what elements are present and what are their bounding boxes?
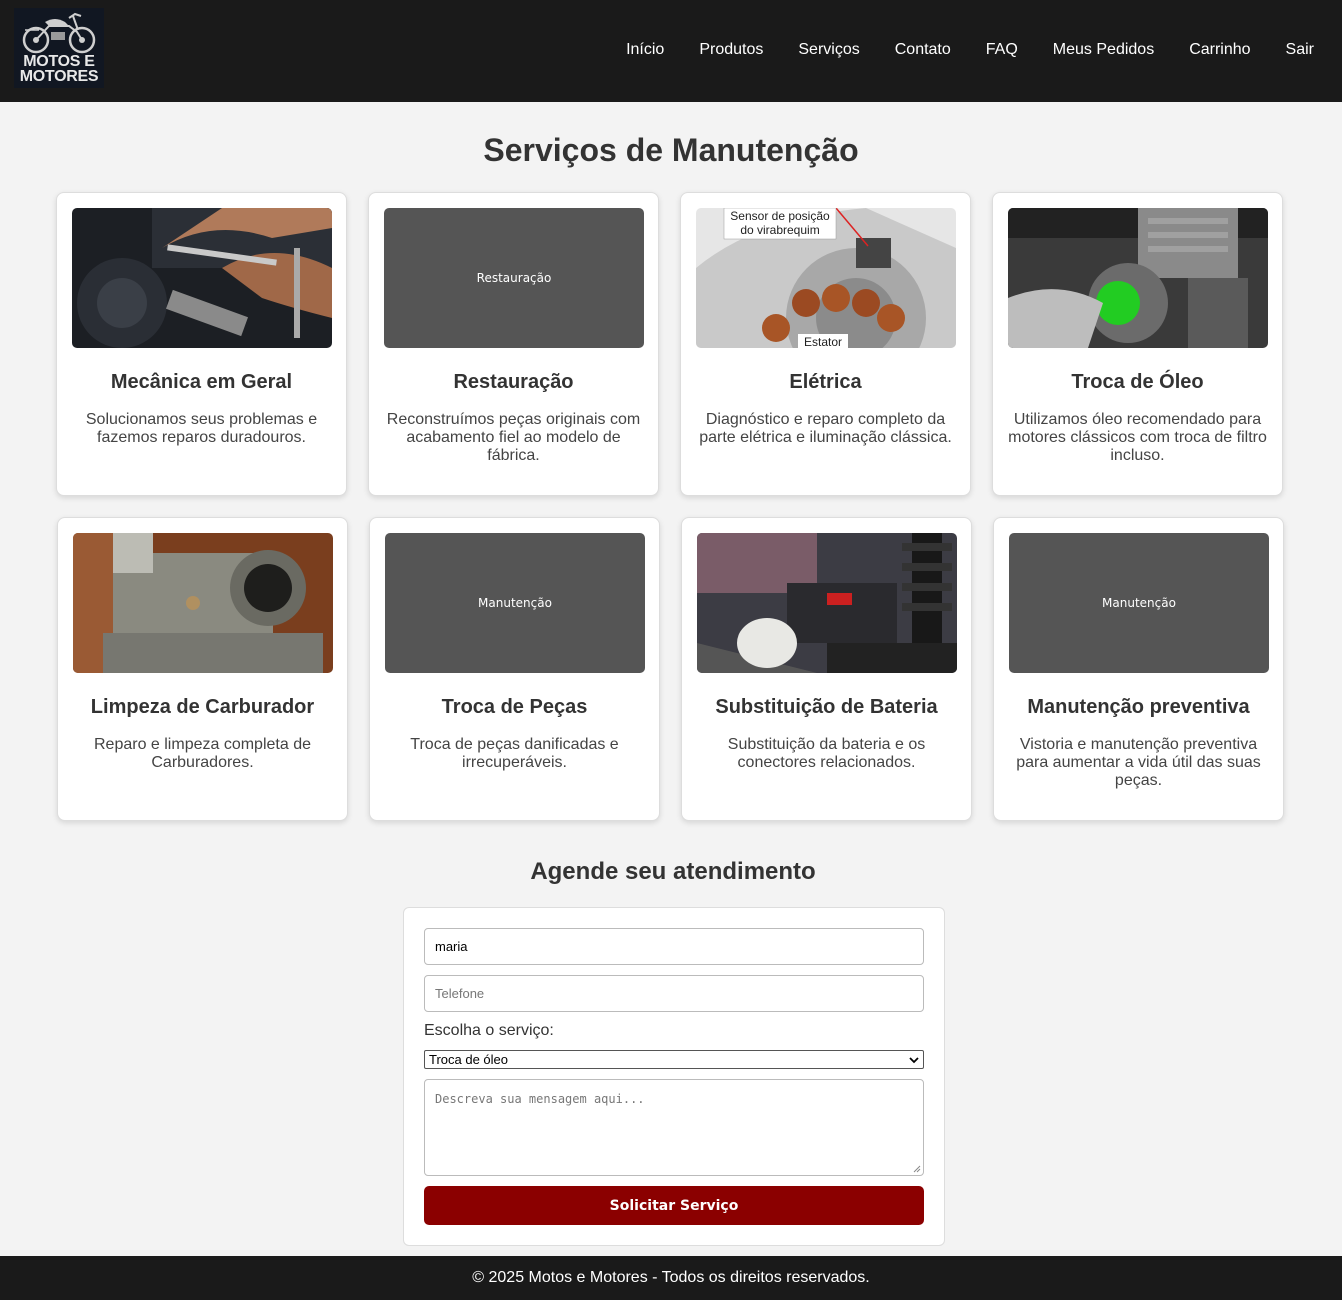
service-description: Vistoria e manutenção preventiva para au…	[1016, 736, 1261, 789]
stator-label-3: Estator	[804, 335, 842, 348]
service-title: Troca de Óleo	[1071, 371, 1204, 393]
nav-sair[interactable]: Sair	[1286, 41, 1314, 59]
service-title: Limpeza de Carburador	[90, 696, 315, 718]
service-description: Substituição da bateria e os conectores …	[727, 736, 926, 771]
service-card-troca-pecas: Manutenção Troca de Peças Troca de peças…	[369, 517, 660, 821]
image-placeholder: Restauração	[384, 208, 644, 348]
battery-image	[697, 533, 957, 673]
service-title: Manutenção preventiva	[1027, 696, 1250, 718]
service-title: Substituição de Bateria	[715, 696, 938, 718]
booking-form: maria Telefone Escolha o serviço: Troca …	[403, 907, 945, 1246]
nav-meus-pedidos[interactable]: Meus Pedidos	[1053, 41, 1154, 59]
oil-change-image	[1008, 208, 1268, 348]
mechanic-image	[72, 208, 332, 348]
main-nav: Início Produtos Serviços Contato FAQ Meu…	[591, 0, 1314, 100]
nav-faq[interactable]: FAQ	[986, 41, 1018, 59]
carburetor-image	[73, 533, 333, 673]
footer-text: © 2025 Motos e Motores - Todos os direit…	[472, 1269, 870, 1286]
service-card-manutencao-preventiva: Manutenção Manutenção preventiva Vistori…	[993, 517, 1284, 821]
service-description: Reparo e limpeza completa de Carburadore…	[93, 736, 311, 771]
service-title: Mecânica em Geral	[110, 371, 293, 393]
submit-button[interactable]: Solicitar Serviço	[424, 1186, 924, 1225]
logo-text-line2: MOTORES	[19, 68, 99, 85]
service-card-carburador: Limpeza de Carburador Reparo e limpeza c…	[57, 517, 348, 821]
name-field[interactable]: maria	[424, 928, 924, 965]
service-title: Restauração	[453, 371, 574, 393]
motorcycle-icon	[22, 12, 96, 54]
service-description: Diagnóstico e reparo completo da parte e…	[699, 411, 952, 446]
service-description: Reconstruímos peças originais com acabam…	[386, 411, 641, 464]
nav-inicio[interactable]: Início	[626, 41, 664, 59]
logo[interactable]: MOTOS E MOTORES	[14, 8, 104, 88]
service-card-restauracao: Restauração Restauração Reconstruímos pe…	[368, 192, 659, 496]
message-field[interactable]: Descreva sua mensagem aqui...	[424, 1079, 924, 1176]
service-select[interactable]: Troca de óleo	[424, 1050, 924, 1069]
page-title: Serviços de Manutenção	[483, 132, 859, 168]
form-title: Agende seu atendimento	[530, 858, 816, 885]
stator-image: Sensor de posição do virabrequim Estator	[696, 208, 956, 348]
service-card-mecanica: Mecânica em Geral Solucionamos seus prob…	[56, 192, 347, 496]
service-description: Solucionamos seus problemas e fazemos re…	[85, 411, 318, 446]
service-title: Troca de Peças	[441, 696, 588, 718]
service-card-bateria: Substituição de Bateria Substituição da …	[681, 517, 972, 821]
service-title: Elétrica	[789, 371, 862, 393]
stator-label-1: Sensor de posição	[730, 209, 830, 223]
service-select-label: Escolha o serviço:	[424, 1022, 554, 1039]
nav-contato[interactable]: Contato	[895, 41, 951, 59]
service-card-troca-oleo: Troca de Óleo Utilizamos óleo recomendad…	[992, 192, 1283, 496]
image-placeholder: Manutenção	[1009, 533, 1269, 673]
logo-text-line1: MOTOS E	[23, 53, 95, 70]
nav-servicos[interactable]: Serviços	[798, 41, 859, 59]
message-placeholder: Descreva sua mensagem aqui...	[435, 1092, 645, 1106]
site-footer: © 2025 Motos e Motores - Todos os direit…	[0, 1256, 1342, 1300]
service-description: Troca de peças danificadas e irrecuperáv…	[410, 736, 619, 771]
nav-carrinho[interactable]: Carrinho	[1189, 41, 1250, 59]
image-placeholder: Manutenção	[385, 533, 645, 673]
service-description: Utilizamos óleo recomendado para motores…	[1008, 411, 1267, 464]
resize-handle-icon[interactable]	[913, 1165, 921, 1173]
nav-produtos[interactable]: Produtos	[699, 41, 763, 59]
service-select-value: Troca de óleo	[429, 1052, 509, 1067]
site-header: MOTOS E MOTORES Início Produtos Serviços…	[0, 0, 1342, 102]
chevron-down-icon	[909, 1056, 919, 1063]
stator-label-2: do virabrequim	[740, 223, 819, 237]
logo-text: MOTOS E MOTORES	[19, 53, 99, 85]
service-card-eletrica: Sensor de posição do virabrequim Estator…	[680, 192, 971, 496]
phone-field[interactable]: Telefone	[424, 975, 924, 1012]
